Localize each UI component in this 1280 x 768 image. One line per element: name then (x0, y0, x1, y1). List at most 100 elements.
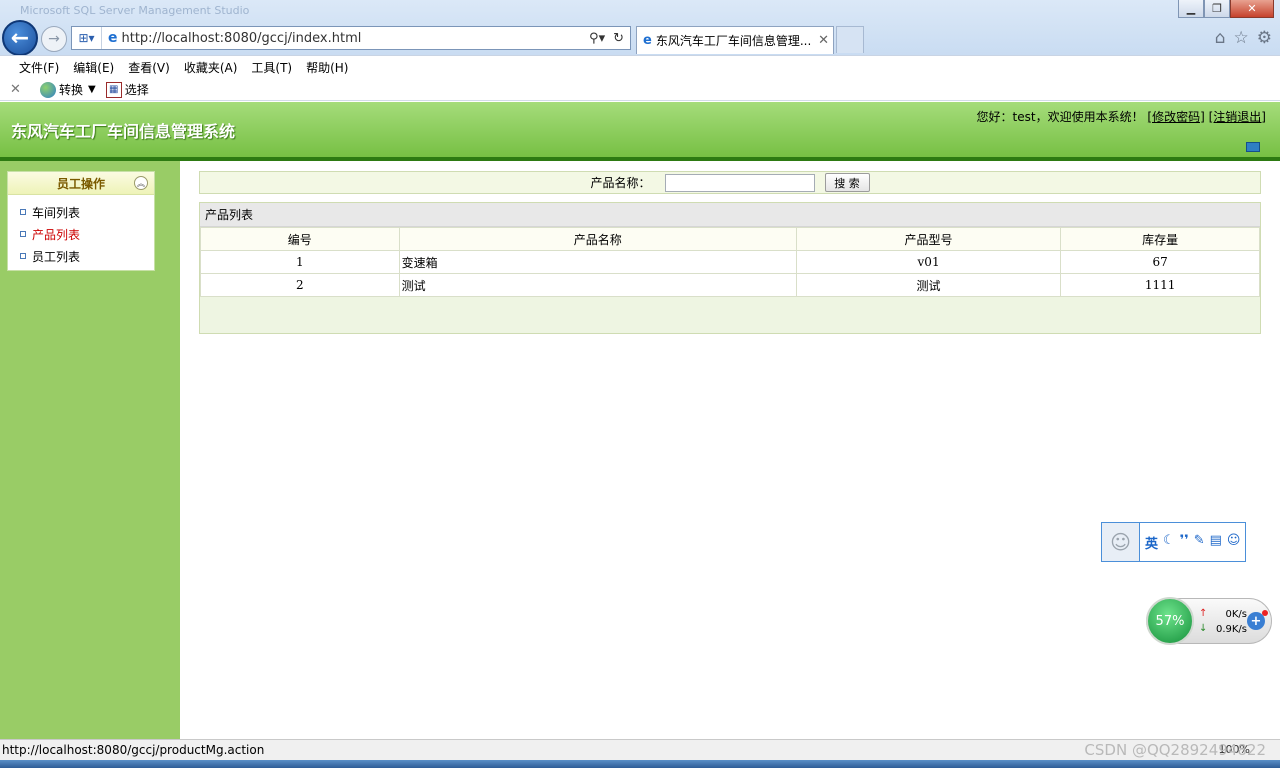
logout-link[interactable]: [注销退出] (1209, 110, 1266, 124)
close-tab-icon[interactable]: ✕ (818, 33, 829, 48)
cell-id: 2 (200, 273, 400, 297)
menu-view[interactable]: 查看(V) (121, 59, 177, 76)
menu-file[interactable]: 文件(F) (12, 59, 66, 76)
new-tab-button[interactable] (836, 26, 864, 53)
compatibility-view-icon[interactable]: ⊞▾ (72, 27, 102, 49)
qq-avatar-icon[interactable]: ☺ (1102, 523, 1140, 561)
notification-dot (1262, 610, 1268, 616)
forward-icon: → (48, 31, 60, 47)
status-url: http://localhost:8080/gccj/productMg.act… (2, 743, 265, 757)
tab-active[interactable]: e 东风汽车工厂车间信息管理... ✕ (636, 26, 834, 54)
sidebar-item-products[interactable]: 产品列表 (20, 223, 154, 245)
qq-tools: 英 ☾ ❜❜ ✎ ▤ ☺ (1140, 533, 1245, 552)
convert-button[interactable]: 转换 ▼ (40, 81, 96, 98)
column-header-id: 编号 (200, 227, 400, 251)
menu-favorites[interactable]: 收藏夹(A) (177, 59, 245, 76)
collapse-header-icon[interactable] (1246, 142, 1260, 152)
tab-title: 东风汽车工厂车间信息管理... (655, 34, 812, 48)
panel-title: 员工操作 (56, 176, 105, 191)
download-speed: 0.9K/s (1215, 624, 1247, 635)
cell-name: 变速箱 (398, 250, 797, 274)
employee-ops-panel: 员工操作 ︽ 车间列表 产品列表 员工列表 (7, 171, 155, 271)
header-divider (0, 157, 1280, 161)
ie-icon: e (108, 30, 118, 46)
select-button[interactable]: ▦ 选择 (105, 81, 149, 98)
gear-icon[interactable]: ⚙ (1257, 28, 1272, 48)
bullet-icon (20, 253, 26, 259)
taskbar (0, 760, 1280, 768)
table-header-row: 编号 产品名称 产品型号 库存量 (200, 227, 1260, 251)
bullet-icon (20, 209, 26, 215)
cell-model: 测试 (795, 273, 1062, 297)
product-table: 编号 产品名称 产品型号 库存量 1 变速箱 v01 67 2 测试 测试 11 (200, 227, 1260, 297)
cell-stock: 67 (1060, 250, 1260, 274)
column-header-stock: 库存量 (1060, 227, 1260, 251)
cell-stock: 1111 (1060, 273, 1260, 297)
collapse-up-icon[interactable]: ︽ (134, 176, 148, 190)
close-toolbar-icon[interactable]: ✕ (10, 82, 30, 97)
smiley-icon[interactable]: ☺ (1227, 533, 1241, 552)
convert-label: 转换 (59, 83, 84, 97)
menu-tools[interactable]: 工具(T) (244, 59, 299, 76)
change-password-link[interactable]: [修改密码] (1147, 110, 1204, 124)
sidebar-item-label: 车间列表 (32, 205, 81, 220)
search-bar: 产品名称： 搜 索 (199, 171, 1261, 194)
sidebar-item-employees[interactable]: 员工列表 (20, 245, 154, 267)
upload-speed: 0K/s (1225, 609, 1248, 620)
punctuation-icon[interactable]: ❜❜ (1180, 533, 1189, 552)
back-button[interactable]: ← (2, 20, 38, 56)
qq-input-toolbar: ☺ 英 ☾ ❜❜ ✎ ▤ ☺ (1101, 522, 1247, 562)
pdf-doc-icon: ▦ (105, 81, 122, 98)
search-icon[interactable]: ⚲▾ (589, 31, 605, 46)
panel-header[interactable]: 员工操作 ︽ (8, 172, 154, 195)
window-title: Microsoft SQL Server Management Studio (20, 4, 250, 17)
table-row: 1 变速箱 v01 67 (200, 250, 1260, 274)
star-icon[interactable]: ☆ (1234, 28, 1249, 48)
command-bar: ✕ 转换 ▼ ▦ 选择 (0, 79, 1280, 101)
minimize-button[interactable]: ▁ (1178, 0, 1204, 18)
search-label: 产品名称： (590, 176, 651, 190)
memory-usage-gauge: 57% (1146, 597, 1194, 645)
moon-icon[interactable]: ☾ (1163, 533, 1175, 552)
chevron-down-icon[interactable]: ▼ (88, 84, 96, 95)
language-toggle[interactable]: 英 (1145, 533, 1158, 552)
globe-icon (40, 81, 56, 98)
home-icon[interactable]: ⌂ (1215, 28, 1226, 48)
refresh-icon[interactable]: ↻ (613, 31, 624, 46)
address-url[interactable]: http://localhost:8080/gccj/index.html (122, 31, 590, 46)
window-controls: ▁ ❐ ✕ (1178, 0, 1274, 18)
nav-list: 车间列表 产品列表 员工列表 (8, 195, 154, 267)
wrench-icon[interactable]: ✎ (1194, 533, 1205, 552)
cell-id: 1 (200, 250, 400, 274)
address-bar[interactable]: ⊞▾ e http://localhost:8080/gccj/index.ht… (71, 26, 631, 50)
sidebar-item-workshops[interactable]: 车间列表 (20, 201, 154, 223)
product-list-panel: 产品列表 编号 产品名称 产品型号 库存量 1 变速箱 v01 67 2 测试 … (199, 202, 1261, 334)
column-header-model: 产品型号 (795, 227, 1062, 251)
watermark: CSDN @QQ2892494822 (1084, 741, 1266, 759)
close-window-button[interactable]: ✕ (1230, 0, 1274, 18)
browser-right-tools: ⌂ ☆ ⚙ (1215, 28, 1272, 48)
forward-button[interactable]: → (41, 26, 67, 52)
ie-icon: e (643, 33, 652, 48)
cell-name: 测试 (398, 273, 797, 297)
clipboard-icon[interactable]: ▤ (1210, 533, 1222, 552)
network-monitor[interactable]: 57% ↑ 0K/s ↓ 0.9K/s + (1146, 597, 1272, 645)
sidebar-item-label: 产品列表 (32, 227, 81, 242)
back-icon: ← (10, 25, 30, 51)
restore-button[interactable]: ❐ (1204, 0, 1230, 18)
menu-bar: 文件(F) 编辑(E) 查看(V) 收藏夹(A) 工具(T) 帮助(H) (0, 55, 1280, 79)
site-title: 东风汽车工厂车间信息管理系统 (11, 122, 236, 141)
cell-model: v01 (795, 250, 1062, 274)
product-list-title: 产品列表 (200, 203, 1260, 227)
menu-edit[interactable]: 编辑(E) (66, 59, 121, 76)
user-bar: 您好：test，欢迎使用本系统！ [修改密码] [注销退出] (977, 108, 1266, 125)
page-content: 东风汽车工厂车间信息管理系统 您好：test，欢迎使用本系统！ [修改密码] [… (0, 102, 1280, 739)
address-tools: ⚲▾ ↻ (589, 31, 630, 46)
column-header-name: 产品名称 (398, 227, 797, 251)
bullet-icon (20, 231, 26, 237)
menu-help[interactable]: 帮助(H) (299, 59, 355, 76)
greeting-text: 您好：test，欢迎使用本系统！ (976, 110, 1144, 124)
product-name-input[interactable] (664, 173, 815, 192)
search-button[interactable]: 搜 索 (824, 173, 870, 192)
sidebar: 员工操作 ︽ 车间列表 产品列表 员工列表 (0, 161, 180, 739)
